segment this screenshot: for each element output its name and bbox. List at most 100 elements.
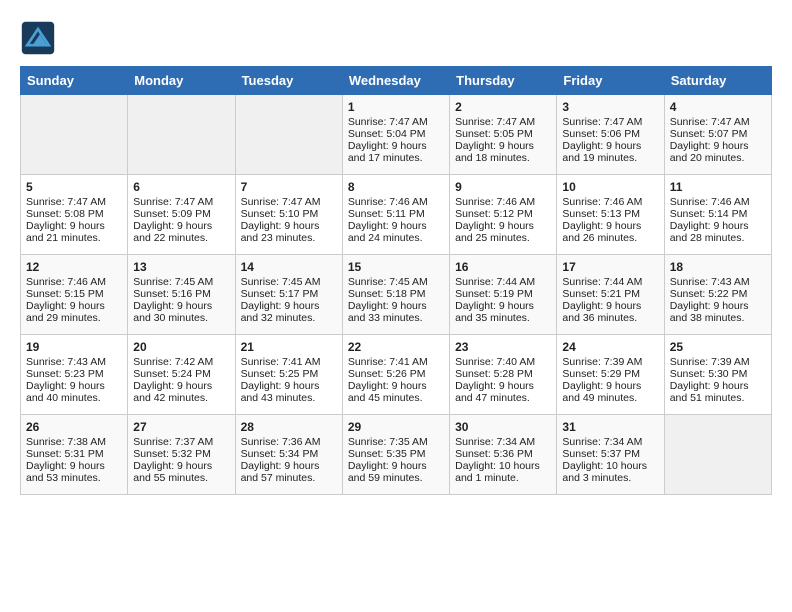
day-info-line: Daylight: 9 hours: [26, 460, 122, 472]
calendar-cell: 21Sunrise: 7:41 AMSunset: 5:25 PMDayligh…: [235, 335, 342, 415]
day-info-line: Sunrise: 7:36 AM: [241, 436, 337, 448]
day-info-line: Sunset: 5:09 PM: [133, 208, 229, 220]
calendar-cell: 19Sunrise: 7:43 AMSunset: 5:23 PMDayligh…: [21, 335, 128, 415]
day-info-line: Sunrise: 7:39 AM: [670, 356, 766, 368]
day-info-line: Daylight: 9 hours: [562, 300, 658, 312]
day-info-line: Sunset: 5:18 PM: [348, 288, 444, 300]
day-info-line: Daylight: 9 hours: [348, 460, 444, 472]
calendar-cell: 26Sunrise: 7:38 AMSunset: 5:31 PMDayligh…: [21, 415, 128, 495]
day-info-line: and 1 minute.: [455, 472, 551, 484]
day-info-line: Sunrise: 7:44 AM: [455, 276, 551, 288]
calendar-body: 1Sunrise: 7:47 AMSunset: 5:04 PMDaylight…: [21, 95, 772, 495]
day-info-line: Sunrise: 7:47 AM: [562, 116, 658, 128]
calendar-cell: 24Sunrise: 7:39 AMSunset: 5:29 PMDayligh…: [557, 335, 664, 415]
logo: [20, 20, 60, 56]
day-number: 14: [241, 260, 337, 274]
day-number: 24: [562, 340, 658, 354]
day-number: 18: [670, 260, 766, 274]
day-info-line: Sunset: 5:17 PM: [241, 288, 337, 300]
day-info-line: Daylight: 9 hours: [562, 140, 658, 152]
day-info-line: Sunset: 5:13 PM: [562, 208, 658, 220]
calendar-cell: 10Sunrise: 7:46 AMSunset: 5:13 PMDayligh…: [557, 175, 664, 255]
day-info-line: Daylight: 9 hours: [455, 140, 551, 152]
day-info-line: Daylight: 10 hours: [455, 460, 551, 472]
calendar-cell: 31Sunrise: 7:34 AMSunset: 5:37 PMDayligh…: [557, 415, 664, 495]
day-info-line: Sunset: 5:32 PM: [133, 448, 229, 460]
day-info-line: and 19 minutes.: [562, 152, 658, 164]
day-number: 3: [562, 100, 658, 114]
day-number: 7: [241, 180, 337, 194]
day-info-line: Sunrise: 7:35 AM: [348, 436, 444, 448]
calendar-cell: 6Sunrise: 7:47 AMSunset: 5:09 PMDaylight…: [128, 175, 235, 255]
day-info-line: and 21 minutes.: [26, 232, 122, 244]
calendar-cell: 4Sunrise: 7:47 AMSunset: 5:07 PMDaylight…: [664, 95, 771, 175]
day-number: 13: [133, 260, 229, 274]
day-info-line: and 28 minutes.: [670, 232, 766, 244]
calendar-cell: 23Sunrise: 7:40 AMSunset: 5:28 PMDayligh…: [450, 335, 557, 415]
day-info-line: and 18 minutes.: [455, 152, 551, 164]
day-header-thursday: Thursday: [450, 67, 557, 95]
calendar-cell: 15Sunrise: 7:45 AMSunset: 5:18 PMDayligh…: [342, 255, 449, 335]
day-number: 19: [26, 340, 122, 354]
calendar-cell: 16Sunrise: 7:44 AMSunset: 5:19 PMDayligh…: [450, 255, 557, 335]
calendar-cell: [664, 415, 771, 495]
day-number: 23: [455, 340, 551, 354]
day-info-line: Daylight: 9 hours: [26, 380, 122, 392]
calendar-cell: 2Sunrise: 7:47 AMSunset: 5:05 PMDaylight…: [450, 95, 557, 175]
day-info-line: Daylight: 10 hours: [562, 460, 658, 472]
day-info-line: Sunset: 5:11 PM: [348, 208, 444, 220]
day-info-line: and 33 minutes.: [348, 312, 444, 324]
day-number: 8: [348, 180, 444, 194]
calendar-cell: [235, 95, 342, 175]
calendar-week-1: 1Sunrise: 7:47 AMSunset: 5:04 PMDaylight…: [21, 95, 772, 175]
day-info-line: and 22 minutes.: [133, 232, 229, 244]
day-info-line: Sunrise: 7:43 AM: [670, 276, 766, 288]
calendar-cell: 14Sunrise: 7:45 AMSunset: 5:17 PMDayligh…: [235, 255, 342, 335]
day-info-line: Sunset: 5:31 PM: [26, 448, 122, 460]
day-info-line: Sunset: 5:21 PM: [562, 288, 658, 300]
day-number: 12: [26, 260, 122, 274]
day-info-line: Daylight: 9 hours: [562, 220, 658, 232]
calendar-cell: 5Sunrise: 7:47 AMSunset: 5:08 PMDaylight…: [21, 175, 128, 255]
day-header-monday: Monday: [128, 67, 235, 95]
day-info-line: Daylight: 9 hours: [26, 220, 122, 232]
day-info-line: Sunrise: 7:46 AM: [670, 196, 766, 208]
day-number: 6: [133, 180, 229, 194]
day-info-line: Sunset: 5:23 PM: [26, 368, 122, 380]
day-info-line: Sunrise: 7:47 AM: [348, 116, 444, 128]
calendar-cell: 9Sunrise: 7:46 AMSunset: 5:12 PMDaylight…: [450, 175, 557, 255]
day-info-line: Sunset: 5:30 PM: [670, 368, 766, 380]
day-number: 30: [455, 420, 551, 434]
day-info-line: Sunrise: 7:41 AM: [348, 356, 444, 368]
day-info-line: Daylight: 9 hours: [241, 300, 337, 312]
day-info-line: Sunrise: 7:46 AM: [562, 196, 658, 208]
day-info-line: Sunset: 5:14 PM: [670, 208, 766, 220]
day-info-line: and 17 minutes.: [348, 152, 444, 164]
day-info-line: and 53 minutes.: [26, 472, 122, 484]
day-info-line: Sunrise: 7:45 AM: [348, 276, 444, 288]
day-info-line: Sunrise: 7:40 AM: [455, 356, 551, 368]
logo-icon: [20, 20, 56, 56]
day-number: 28: [241, 420, 337, 434]
day-info-line: Daylight: 9 hours: [670, 140, 766, 152]
day-info-line: Daylight: 9 hours: [562, 380, 658, 392]
day-number: 22: [348, 340, 444, 354]
day-info-line: and 23 minutes.: [241, 232, 337, 244]
day-info-line: and 43 minutes.: [241, 392, 337, 404]
day-number: 4: [670, 100, 766, 114]
day-header-saturday: Saturday: [664, 67, 771, 95]
day-info-line: Sunrise: 7:47 AM: [670, 116, 766, 128]
day-number: 5: [26, 180, 122, 194]
calendar-cell: 25Sunrise: 7:39 AMSunset: 5:30 PMDayligh…: [664, 335, 771, 415]
day-number: 21: [241, 340, 337, 354]
day-info-line: Daylight: 9 hours: [241, 220, 337, 232]
calendar-cell: 8Sunrise: 7:46 AMSunset: 5:11 PMDaylight…: [342, 175, 449, 255]
day-info-line: Sunset: 5:37 PM: [562, 448, 658, 460]
day-info-line: and 49 minutes.: [562, 392, 658, 404]
calendar-cell: 28Sunrise: 7:36 AMSunset: 5:34 PMDayligh…: [235, 415, 342, 495]
day-info-line: and 32 minutes.: [241, 312, 337, 324]
day-info-line: and 29 minutes.: [26, 312, 122, 324]
day-info-line: Sunrise: 7:47 AM: [241, 196, 337, 208]
calendar-header-row: SundayMondayTuesdayWednesdayThursdayFrid…: [21, 67, 772, 95]
calendar-table: SundayMondayTuesdayWednesdayThursdayFrid…: [20, 66, 772, 495]
